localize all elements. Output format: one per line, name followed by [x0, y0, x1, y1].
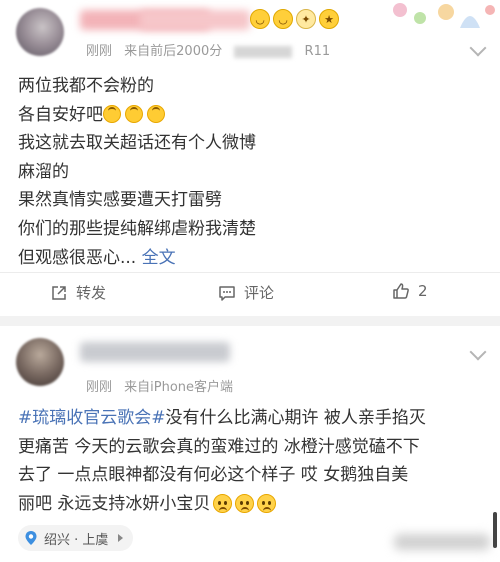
smiling-face-icon: ◡ [250, 9, 270, 29]
medal-icon: ★ [319, 9, 339, 29]
pleading-face-icon [213, 493, 233, 513]
post-line: 你们的那些提纯解绑虐粉我清楚 [18, 218, 256, 239]
post-line: 丽吧 永远支持冰妍小宝贝 [18, 490, 488, 519]
scrollbar[interactable] [493, 512, 497, 548]
like-count: 2 [418, 282, 428, 300]
username-blurred[interactable] [80, 342, 230, 362]
post-card-1: ◡ ◡ ✦ ★ 刚刚 来自前后2000分 R11 两位我都不会粉的 各自安好吧 … [0, 0, 500, 316]
post-meta: 刚刚 来自iPhone客户端 [86, 376, 241, 395]
post-card-2: 刚刚 来自iPhone客户端 #琉璃收官云歌会#没有什么比满心期许 被人亲手掐灭… [0, 326, 500, 562]
post-line: 我这就去取关超话还有个人微博 [18, 133, 256, 154]
post-body[interactable]: 两位我都不会粉的 各自安好吧 我这就去取关超话还有个人微博 麻溜的 果然真情实感… [18, 72, 488, 272]
post-line: #琉璃收官云歌会#没有什么比满心期许 被人亲手掐灭 [18, 408, 426, 428]
post-source[interactable]: 来自iPhone客户端 [124, 380, 233, 395]
upside-down-face-icon [125, 104, 143, 123]
upside-down-face-icon [147, 104, 165, 123]
post-line: 麻溜的 [18, 161, 69, 182]
bulb-icon: ✦ [296, 9, 316, 29]
card-decoration-icon [393, 3, 495, 28]
chevron-right-icon [118, 534, 124, 542]
comment-label: 评论 [244, 284, 275, 302]
post-source[interactable]: 来自前后2000分 [124, 44, 222, 59]
post-actions: 转发 评论 2 [0, 272, 500, 312]
location-pin-icon [25, 531, 37, 545]
pleading-face-icon [235, 493, 255, 513]
location-tag[interactable]: 绍兴 · 上虞 [18, 525, 134, 551]
comment-bubble-icon [219, 285, 235, 301]
chevron-down-icon[interactable] [469, 343, 487, 361]
smiling-face-icon: ◡ [273, 9, 293, 29]
post-line: 但观感很恶心... 全文 [18, 247, 176, 268]
username-blurred[interactable] [140, 10, 250, 30]
like-button[interactable]: 2 [392, 282, 428, 300]
post-device[interactable]: R11 [305, 44, 331, 59]
post-line: 果然真情实感要遭天打雷劈 [18, 190, 222, 211]
chevron-down-icon[interactable] [469, 39, 487, 57]
post-line: 更痛苦 今天的云歌会真的蛮难过的 冰橙汁感觉磕不下 [18, 436, 420, 457]
forward-label: 转发 [76, 284, 107, 302]
username-badges: ◡ ◡ ✦ ★ [250, 9, 339, 29]
topic-link[interactable]: #琉璃收官云歌会# [18, 408, 166, 428]
blurred-region [394, 534, 490, 550]
post-body[interactable]: #琉璃收官云歌会#没有什么比满心期许 被人亲手掐灭 更痛苦 今天的云歌会真的蛮难… [18, 404, 488, 518]
device-blurred [234, 45, 293, 58]
post-meta: 刚刚 来自前后2000分 R11 [86, 40, 338, 59]
full-text-link[interactable]: 全文 [142, 248, 176, 268]
comment-button[interactable]: 评论 [218, 282, 274, 303]
post-line: 两位我都不会粉的 [18, 76, 154, 96]
forward-button[interactable]: 转发 [50, 282, 106, 303]
post-line: 去了 一点点眼神都没有何必这个样子 哎 女鹅独自美 [18, 465, 409, 486]
upside-down-face-icon [103, 104, 121, 123]
avatar[interactable] [16, 338, 64, 386]
post-time: 刚刚 [86, 380, 113, 395]
thumbs-up-icon [393, 283, 409, 299]
post-line: 各自安好吧 [18, 101, 488, 130]
pleading-face-icon [257, 493, 277, 513]
avatar[interactable] [16, 8, 64, 56]
location-label: 绍兴 · 上虞 [44, 532, 109, 548]
share-square-icon [52, 285, 66, 300]
post-time: 刚刚 [86, 44, 113, 59]
